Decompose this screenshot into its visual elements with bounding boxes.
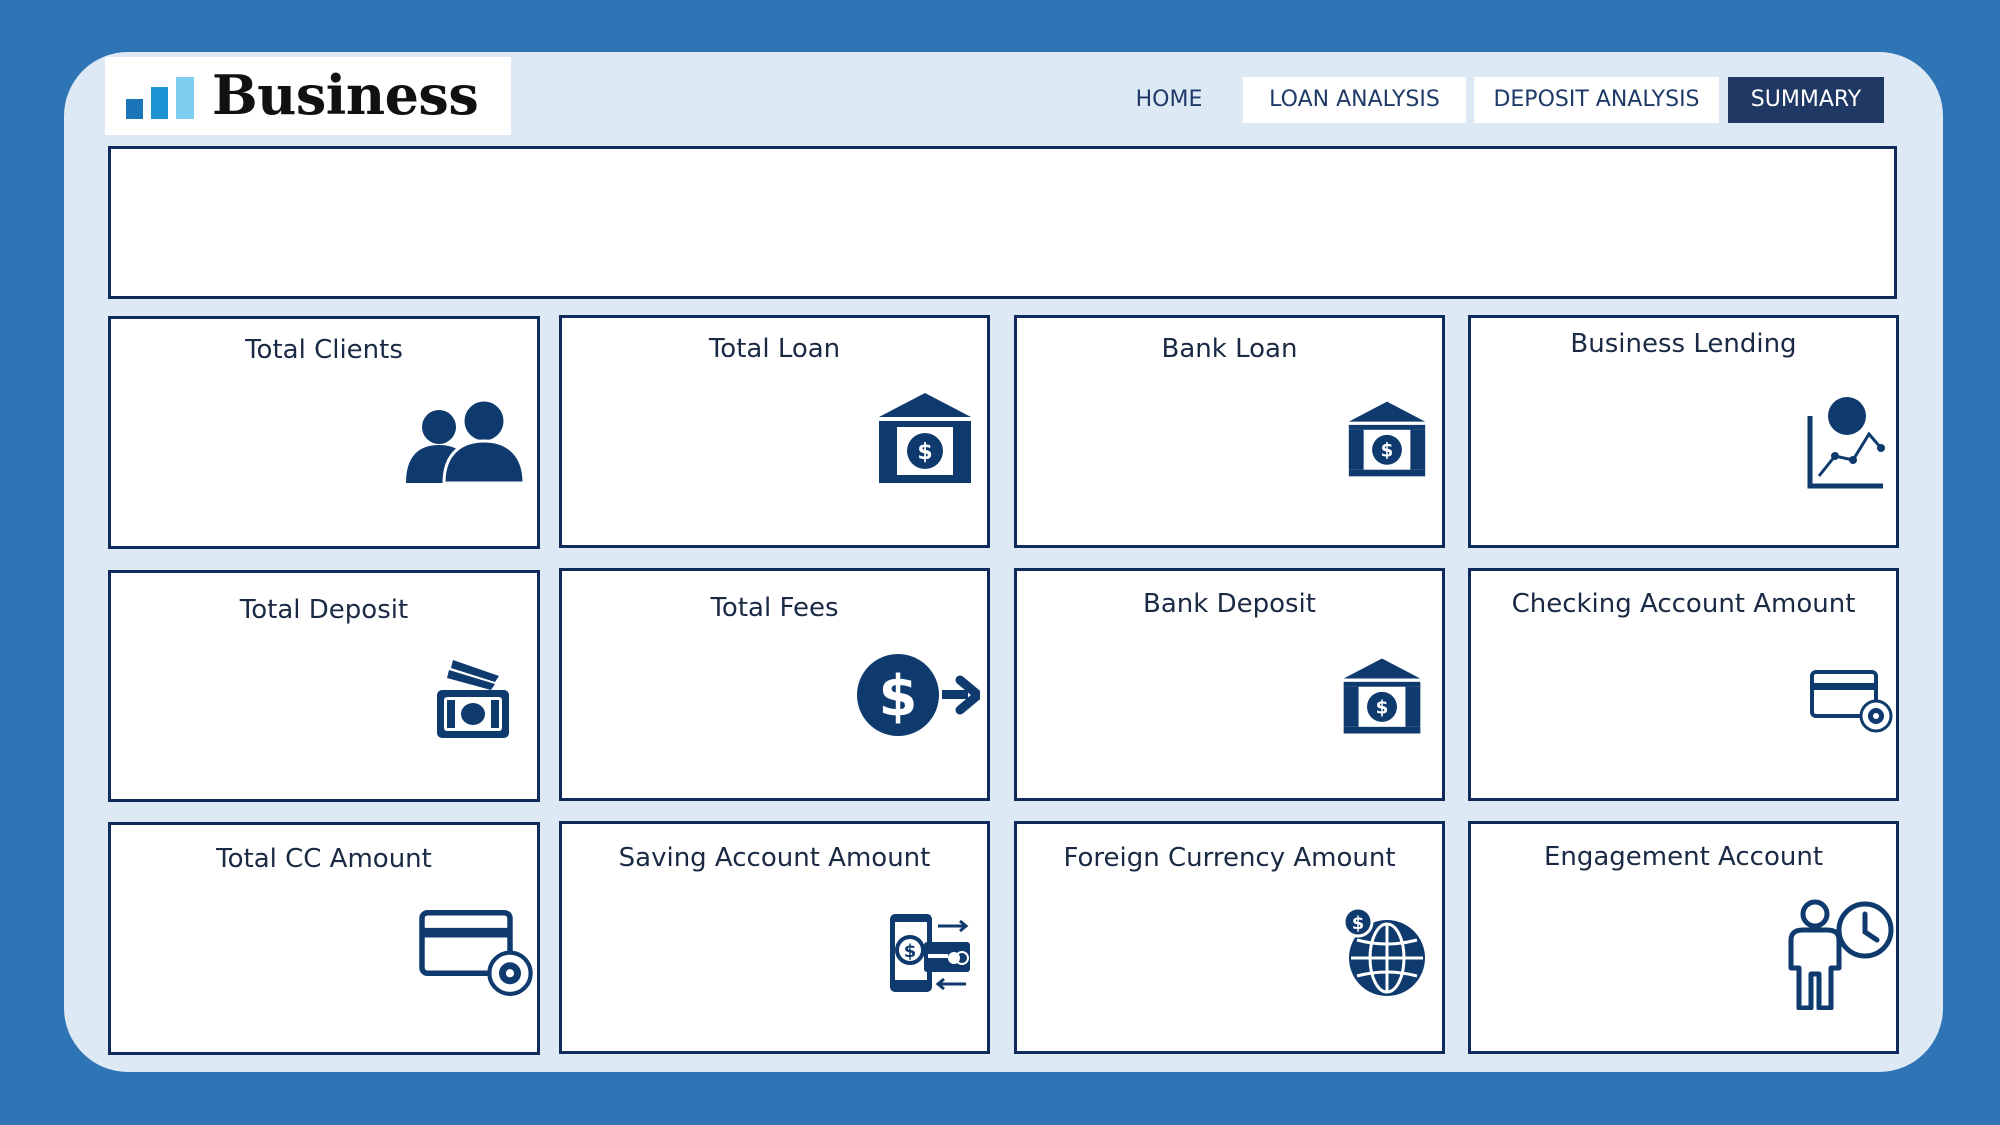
card-bank-deposit[interactable]: Bank Deposit $	[1014, 568, 1445, 801]
card-business-lending[interactable]: Business Lending	[1468, 315, 1899, 548]
card-checking-account-amount[interactable]: Checking Account Amount	[1468, 568, 1899, 801]
card-title: Total Fees	[710, 593, 839, 623]
card-total-deposit[interactable]: Total Deposit	[108, 570, 540, 802]
mobile-payment-icon: $	[888, 912, 972, 994]
card-total-cc-amount[interactable]: Total CC Amount	[108, 822, 540, 1055]
svg-text:$: $	[904, 941, 917, 962]
card-title: Total Loan	[708, 334, 841, 364]
bank-icon: $	[1342, 656, 1422, 736]
bank-icon: $	[1347, 400, 1427, 478]
brand-logo: Business	[105, 57, 511, 135]
card-total-loan[interactable]: Total Loan $	[559, 315, 990, 548]
logo-bar-1	[126, 99, 143, 119]
nav-loan-analysis[interactable]: LOAN ANALYSIS	[1243, 77, 1466, 123]
person-clock-icon	[1787, 898, 1895, 1010]
card-total-clients[interactable]: Total Clients	[108, 316, 540, 549]
card-title: Saving Account Amount	[618, 843, 931, 873]
globe-dollar-icon: $	[1340, 906, 1430, 998]
nav-deposit-analysis[interactable]: DEPOSIT ANALYSIS	[1474, 77, 1719, 123]
card-title: Engagement Account	[1543, 842, 1824, 872]
card-title: Checking Account Amount	[1511, 589, 1856, 619]
banner-area	[108, 146, 1897, 299]
card-engagement-account[interactable]: Engagement Account	[1468, 821, 1899, 1054]
card-title: Bank Loan	[1161, 334, 1298, 364]
cash-icon	[435, 656, 511, 740]
card-title: Total CC Amount	[216, 844, 432, 874]
credit-card-settings-icon	[419, 910, 535, 998]
card-title: Business Lending	[1570, 329, 1797, 359]
logo-bar-3	[176, 77, 194, 119]
nav-home[interactable]: HOME	[1119, 77, 1219, 123]
card-title: Bank Deposit	[1143, 589, 1316, 619]
brand-name: Business	[212, 63, 479, 127]
credit-card-settings-icon	[1810, 670, 1894, 734]
card-bank-loan[interactable]: Bank Loan $	[1014, 315, 1445, 548]
svg-text:$: $	[1381, 440, 1394, 461]
card-title: Foreign Currency Amount	[1063, 843, 1396, 873]
growth-chart-icon	[1805, 394, 1887, 490]
card-title: Total Clients	[245, 335, 403, 365]
svg-text:$: $	[1352, 913, 1365, 934]
card-total-fees[interactable]: Total Fees $	[559, 568, 990, 801]
card-title: Total Deposit	[239, 595, 409, 625]
svg-text:$: $	[879, 664, 918, 729]
svg-text:$: $	[1376, 698, 1389, 719]
nav-summary[interactable]: SUMMARY	[1728, 77, 1884, 123]
bank-icon: $	[877, 391, 973, 485]
svg-text:$: $	[917, 440, 932, 465]
card-saving-account-amount[interactable]: Saving Account Amount $	[559, 821, 990, 1054]
logo-bar-2	[151, 87, 168, 119]
card-foreign-currency-amount[interactable]: Foreign Currency Amount $	[1014, 821, 1445, 1054]
dollar-transfer-icon: $	[856, 652, 980, 738]
users-icon	[404, 397, 524, 483]
